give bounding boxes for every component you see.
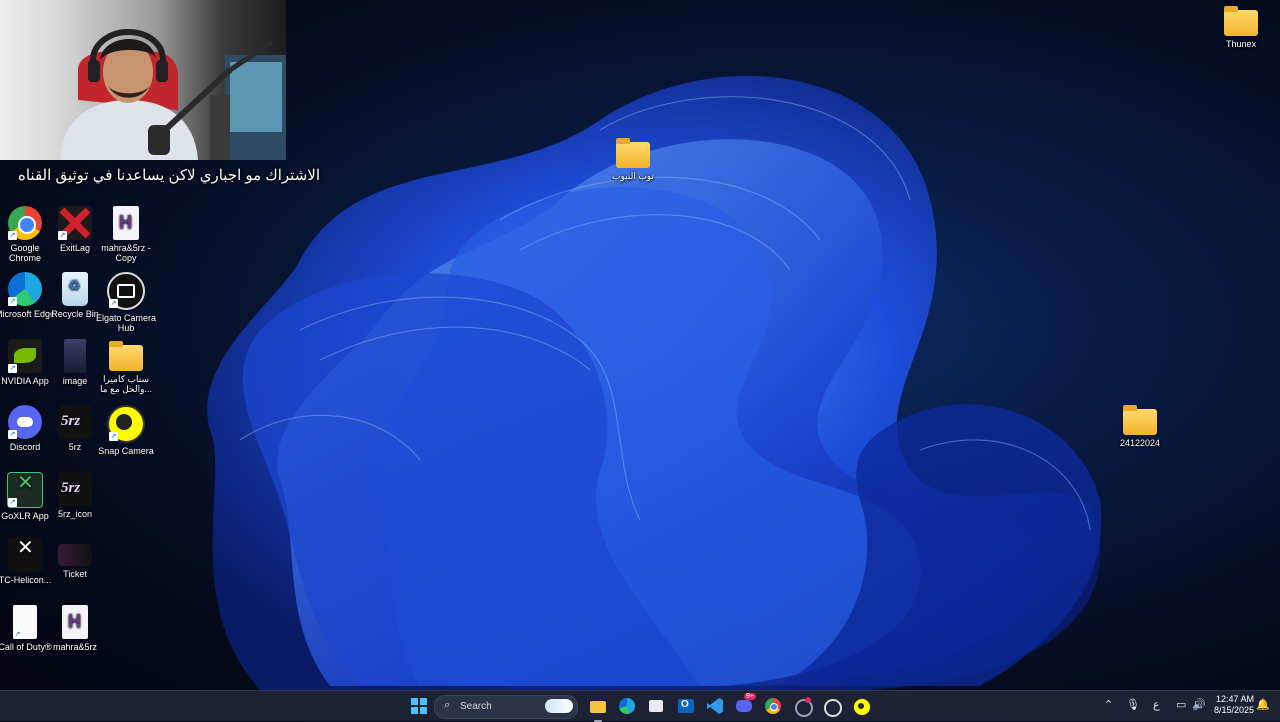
goxlr-icon: ✕ ↗: [7, 472, 43, 508]
camera-icon: ↗: [107, 272, 145, 310]
desktop-icon-label: Thunex: [1225, 39, 1257, 49]
clock-date: 8/15/2025: [1213, 705, 1254, 715]
edge-icon: ↗: [8, 272, 42, 306]
notification-badge: 9+: [744, 693, 756, 700]
microphone-icon[interactable]: 🎙: [1126, 698, 1140, 711]
document-h-icon: H: [62, 605, 88, 639]
desktop-folder-snap-camera-fix[interactable]: سناب كاميرا والحل مع ما...: [94, 339, 158, 394]
search-label: Search: [460, 701, 492, 712]
desktop-icon-label: mahra&5rz - Copy: [101, 243, 151, 263]
network-icon[interactable]: ▭: [1176, 698, 1186, 711]
search-highlight-icon: [545, 699, 573, 713]
logo-icon: 5rz: [58, 472, 92, 506]
folder-icon: [109, 341, 143, 371]
streamer-figure: [60, 28, 286, 160]
input-language[interactable]: ع: [1153, 698, 1160, 711]
discord-icon[interactable]: 9+: [733, 693, 756, 717]
taskbar: ⌕ Search O 9+ ⌃ 🎙 ع ▭ 🔊 12:47 AM 8/15/20…: [0, 690, 1280, 722]
image-icon: [64, 339, 86, 373]
store-icon[interactable]: [645, 695, 667, 717]
clock[interactable]: 12:47 AM 8/15/2025: [1214, 694, 1254, 716]
windows-start-icon[interactable]: [408, 695, 430, 717]
desktop-icon-label: 24122024: [1119, 438, 1161, 448]
chevron-up-icon[interactable]: ⌃: [1104, 698, 1113, 711]
volume-icon[interactable]: 🔊: [1192, 698, 1206, 711]
exitlag-icon: ↗: [58, 206, 92, 240]
desktop-folder-label: توب النيوب: [612, 171, 654, 181]
search-icon: ⌕: [444, 699, 451, 711]
logo-icon: 5rz: [58, 405, 92, 439]
file-explorer-icon[interactable]: [587, 695, 609, 722]
webcam-feed: [0, 0, 286, 160]
desktop-folder-24122024[interactable]: 24122024: [1108, 403, 1172, 448]
notification-bell-icon[interactable]: 🔔: [1256, 698, 1270, 711]
subscribe-caption: الاشتراك مو اجباري لاكن يساعدنا في توثيق…: [18, 167, 320, 184]
chrome-icon[interactable]: [762, 695, 784, 717]
snap-camera-icon: ↗: [107, 405, 145, 443]
snap-camera-icon[interactable]: [850, 695, 872, 717]
nvidia-icon: ↗: [8, 339, 42, 373]
desktop-icon-elgato-camera-hub[interactable]: ↗ Elgato Camera Hub: [94, 272, 158, 333]
edge-icon[interactable]: [616, 695, 638, 717]
desktop-icon-5rz-icon[interactable]: 5rz 5rz_icon: [43, 472, 107, 519]
folder-icon: [1123, 405, 1157, 435]
desktop-icon-label: Snap Camera: [98, 446, 154, 456]
app-icon[interactable]: [791, 695, 813, 717]
desktop-icon-label: Elgato Camera Hub: [95, 313, 157, 333]
blank-document-icon: ↗: [13, 605, 37, 639]
chrome-icon: ↗: [8, 206, 42, 240]
desktop-icon-label: 5rz_icon: [57, 509, 93, 519]
clock-time: 12:47 AM: [1215, 694, 1254, 704]
desktop-icon-ticket[interactable]: Ticket: [43, 538, 107, 579]
desktop-icon-label: Ticket: [63, 569, 87, 579]
desktop-icon-snap-camera[interactable]: ↗ Snap Camera: [94, 405, 158, 456]
recycle-bin-icon: ♻: [62, 272, 88, 306]
desktop-folder-thunex[interactable]: Thunex: [1209, 4, 1273, 49]
folder-icon: [616, 138, 650, 168]
taskbar-search[interactable]: ⌕ Search: [434, 695, 578, 719]
desktop-icon-label: mahra&5rz: [52, 642, 97, 652]
document-h-icon: H: [113, 206, 139, 240]
desktop-icon-mahra-5rz[interactable]: H mahra&5rz: [43, 605, 107, 652]
ticket-icon: [58, 544, 92, 566]
outlook-icon[interactable]: O: [675, 695, 697, 717]
tc-helicon-icon: ✕: [8, 538, 42, 572]
vscode-icon[interactable]: [704, 695, 726, 717]
desktop-icon-label: سناب كاميرا والحل مع ما...: [100, 374, 152, 394]
discord-icon: ↗: [8, 405, 42, 439]
folder-icon: [1224, 6, 1258, 36]
desktop-icon-mahra-copy[interactable]: H mahra&5rz - Copy: [94, 206, 158, 263]
desktop-folder-center[interactable]: توب النيوب: [601, 136, 665, 181]
camera-hub-icon[interactable]: [820, 695, 842, 717]
